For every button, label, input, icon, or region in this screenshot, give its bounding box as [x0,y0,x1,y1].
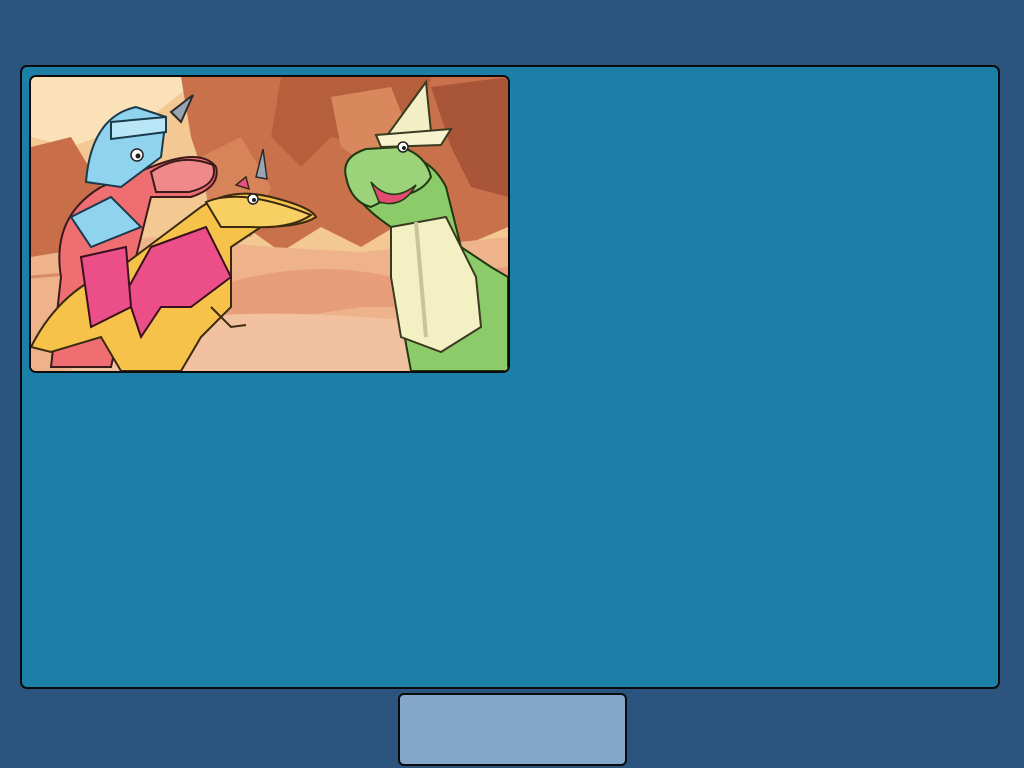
continue-button[interactable] [398,693,627,766]
game-stage [0,0,1024,768]
story-illustration [29,75,510,373]
